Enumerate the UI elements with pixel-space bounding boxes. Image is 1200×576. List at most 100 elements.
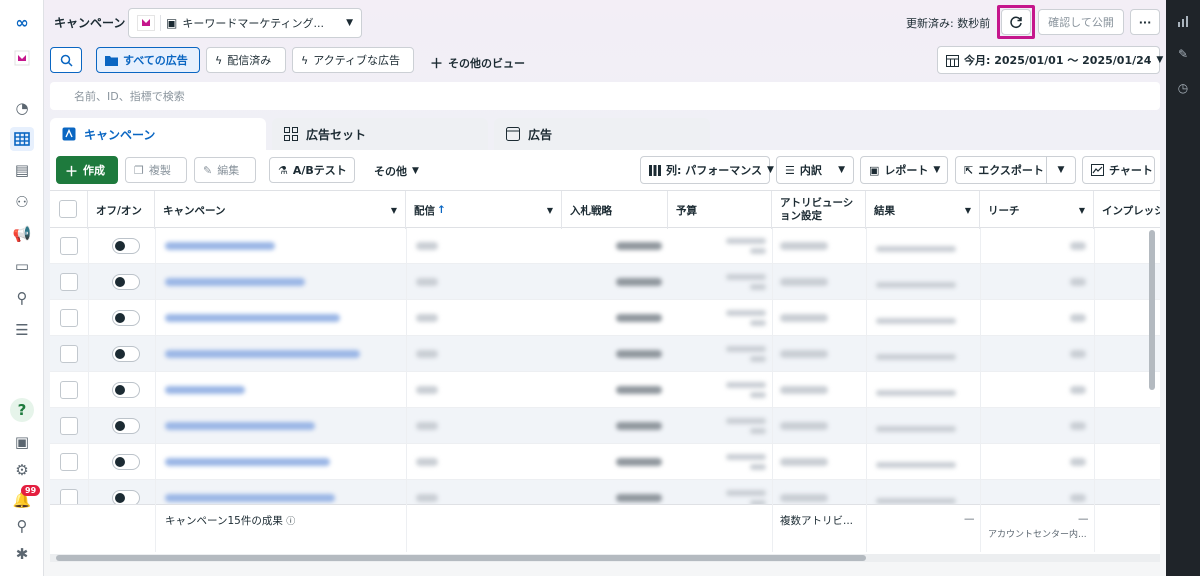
campaign-name-redacted[interactable]	[165, 494, 335, 502]
account-name: キーワードマーケティング...	[182, 17, 324, 30]
campaign-toggle[interactable]	[112, 238, 140, 254]
campaign-name-redacted[interactable]	[165, 458, 330, 466]
row-checkbox[interactable]	[60, 273, 78, 291]
table-row[interactable]	[50, 336, 1160, 372]
chart-button[interactable]: チャート	[1082, 156, 1155, 184]
search-toggle-button[interactable]	[50, 47, 82, 73]
col-onoff[interactable]: オフ/オン	[88, 191, 155, 229]
row-checkbox[interactable]	[60, 417, 78, 435]
scrollbar-thumb[interactable]	[56, 555, 866, 561]
col-campaign[interactable]: キャンペーン ▼	[155, 191, 406, 229]
meta-logo-icon[interactable]: ∞	[10, 10, 34, 34]
view-delivered[interactable]: ϟ 配信済み	[206, 47, 286, 73]
export-icon: ⇱	[964, 163, 974, 177]
billing-card-icon[interactable]: ▭	[10, 254, 34, 278]
select-all-cell	[50, 191, 88, 229]
campaign-toggle[interactable]	[112, 310, 140, 326]
reports-button[interactable]: ▣ レポート ▼	[860, 156, 948, 184]
columns-button[interactable]: 列: パフォーマンス ▼	[640, 156, 774, 184]
delivery-redacted	[416, 494, 438, 502]
row-checkbox[interactable]	[60, 237, 78, 255]
campaign-name-redacted[interactable]	[165, 314, 340, 322]
horizontal-scrollbar[interactable]	[50, 554, 1160, 562]
duplicate-button[interactable]: ❐ 複製	[125, 157, 187, 183]
copy-icon: ❐	[134, 163, 144, 177]
help-icon[interactable]: ?	[10, 398, 34, 422]
date-range-picker[interactable]: 今月: 2025/01/01 ～ 2025/01/24 ▼	[937, 46, 1163, 74]
col-bid-strategy[interactable]: 入札戦略	[562, 191, 668, 229]
account-avatar[interactable]	[10, 46, 34, 70]
export-button[interactable]: ⇱ エクスポート	[955, 156, 1047, 184]
account-selector[interactable]: ▣ キーワードマーケティング... ▼	[128, 8, 362, 38]
table-row[interactable]	[50, 444, 1160, 480]
megaphone-icon[interactable]: 📢	[10, 222, 34, 246]
other-views-button[interactable]: ＋ その他のビュー	[430, 53, 525, 73]
budget-redacted	[726, 382, 766, 388]
breakdown-icon: ☰	[785, 163, 795, 177]
campaign-name-redacted[interactable]	[165, 242, 275, 250]
audiences-icon[interactable]: ⚇	[10, 190, 34, 214]
pencil-icon[interactable]: ✎	[1175, 46, 1191, 62]
row-checkbox[interactable]	[60, 345, 78, 363]
other-actions-button[interactable]: その他 ▼	[374, 163, 419, 179]
budget-sub-redacted	[750, 284, 766, 290]
table-row[interactable]	[50, 228, 1160, 264]
search-icon[interactable]: ⚲	[10, 514, 34, 538]
notification-count-badge: 99	[21, 485, 41, 496]
toggle-knob	[115, 241, 125, 251]
table-row[interactable]	[50, 372, 1160, 408]
campaign-toggle[interactable]	[112, 382, 140, 398]
col-delivery[interactable]: 配信 ↑ ▼	[406, 191, 562, 229]
dashboard-gauge-icon[interactable]: ◔	[10, 96, 34, 120]
divider	[88, 228, 89, 504]
campaign-toggle[interactable]	[112, 274, 140, 290]
ads-manager-table-icon[interactable]	[10, 127, 34, 151]
campaign-name-redacted[interactable]	[165, 422, 315, 430]
col-budget[interactable]: 予算	[668, 191, 772, 229]
search-input[interactable]: 名前、ID、指標で検索	[50, 82, 1160, 110]
table-row[interactable]	[50, 300, 1160, 336]
view-active-ads[interactable]: ϟ アクティブな広告	[292, 47, 414, 73]
row-checkbox[interactable]	[60, 381, 78, 399]
campaign-toggle[interactable]	[112, 454, 140, 470]
table-row[interactable]	[50, 264, 1160, 300]
export-dropdown-button[interactable]: ▼	[1046, 156, 1076, 184]
settings-gear-icon[interactable]: ⚙	[10, 458, 34, 482]
campaign-toggle[interactable]	[112, 418, 140, 434]
tab-campaigns[interactable]: キャンペーン	[50, 118, 266, 150]
create-button[interactable]: ＋ 作成	[56, 156, 118, 184]
row-checkbox[interactable]	[60, 309, 78, 327]
tab-ad-sets[interactable]: 広告セット	[272, 118, 488, 150]
history-clock-icon[interactable]: ◷	[1175, 80, 1191, 96]
info-icon[interactable]: ⓘ	[286, 517, 295, 527]
all-tools-menu-icon[interactable]: ☰	[10, 318, 34, 342]
ab-test-button[interactable]: ⚗ A/Bテスト	[269, 157, 355, 183]
table-row[interactable]	[50, 408, 1160, 444]
campaign-name-redacted[interactable]	[165, 278, 305, 286]
attribution-redacted	[780, 350, 828, 358]
pages-icon[interactable]: ▤	[10, 158, 34, 182]
events-manager-icon[interactable]: ⚲	[10, 286, 34, 310]
tab-ads[interactable]: 広告	[494, 118, 710, 150]
select-all-checkbox[interactable]	[59, 200, 77, 218]
footer-results: —	[964, 513, 975, 525]
divider	[155, 504, 156, 552]
campaign-toggle[interactable]	[112, 346, 140, 362]
col-impressions[interactable]: インプレッション	[1094, 191, 1160, 229]
bug-report-icon[interactable]: ✱	[10, 542, 34, 566]
breakdown-button[interactable]: ☰ 内訳 ▼	[776, 156, 854, 184]
bar-chart-icon[interactable]	[1175, 14, 1191, 30]
edit-button[interactable]: ✎ 編集	[194, 157, 256, 183]
col-reach[interactable]: リーチ ▼	[980, 191, 1094, 229]
view-all-ads[interactable]: すべての広告	[96, 47, 200, 73]
more-options-button[interactable]: ···	[1130, 9, 1160, 35]
col-results[interactable]: 結果 ▼	[866, 191, 980, 229]
review-publish-button[interactable]: 確認して公開	[1038, 9, 1124, 35]
news-feed-icon[interactable]: ▣	[10, 430, 34, 454]
account-logo-icon	[137, 15, 155, 31]
row-checkbox[interactable]	[60, 453, 78, 471]
vertical-scrollbar[interactable]	[1149, 230, 1155, 390]
col-attribution[interactable]: アトリビューション設定	[772, 191, 866, 229]
campaign-name-redacted[interactable]	[165, 350, 360, 358]
campaign-name-redacted[interactable]	[165, 386, 245, 394]
